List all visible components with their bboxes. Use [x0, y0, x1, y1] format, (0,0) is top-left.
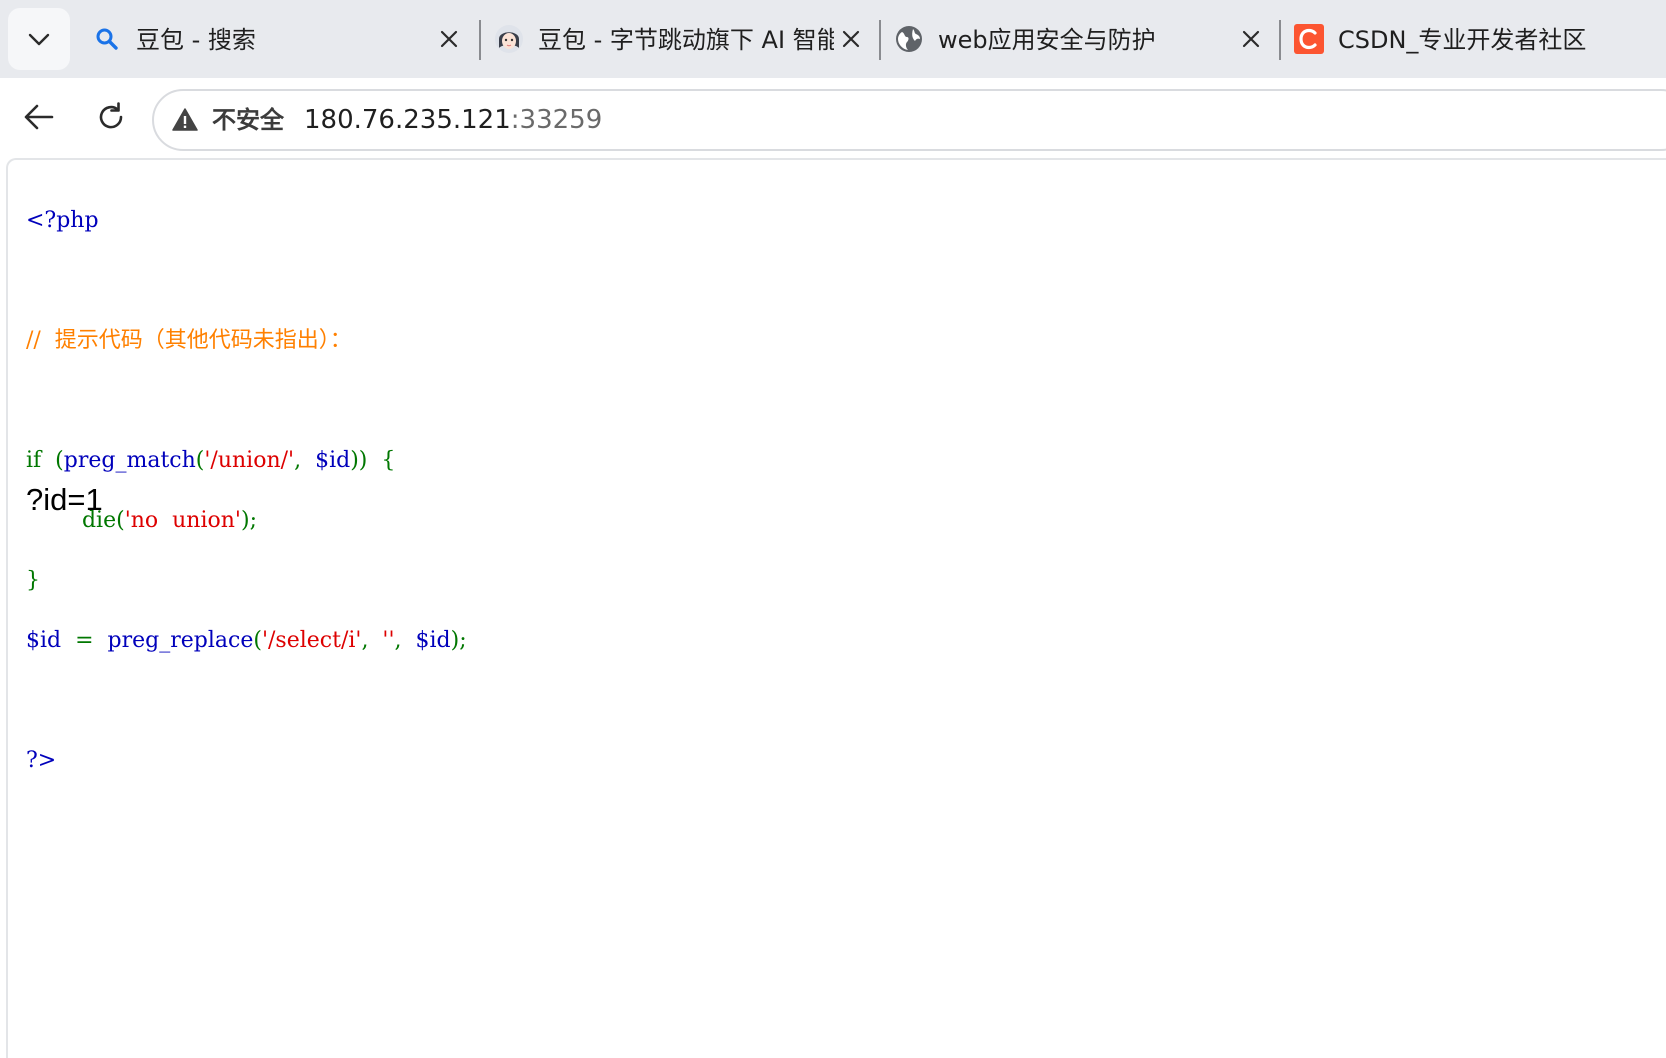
tab-title: web应用安全与防护	[938, 26, 1156, 54]
comma: ,	[394, 628, 416, 653]
code-line: ?>	[26, 746, 467, 776]
php-close-tag: ?>	[26, 748, 57, 773]
url-port: :33259	[510, 105, 603, 135]
security-status-label[interactable]: 不安全	[212, 104, 284, 136]
if-keyword: if	[26, 448, 42, 473]
tab-title: 豆包 - 字节跳动旗下 AI 智能助手	[538, 26, 834, 54]
back-button[interactable]	[16, 94, 62, 140]
chevron-down-icon	[28, 33, 50, 46]
tab-doubao-search[interactable]: 豆包 - 搜索	[84, 0, 480, 78]
code-line: }	[26, 566, 467, 596]
tab-title: CSDN_专业开发者社区	[1338, 26, 1587, 54]
warning-icon[interactable]	[172, 107, 198, 133]
code-line: // 提示代码（其他代码未指出）：	[26, 326, 467, 356]
tab-doubao-home[interactable]: 豆包 - 字节跳动旗下 AI 智能助手	[486, 0, 880, 78]
address-bar[interactable]: 不安全 180.76.235.121:33259	[152, 89, 1666, 151]
tab-separator	[479, 20, 481, 60]
paren: (	[253, 628, 262, 653]
tab-csdn[interactable]: CSDN_专业开发者社区	[1286, 0, 1666, 78]
close-icon[interactable]	[436, 26, 462, 52]
page-content: <?php // 提示代码（其他代码未指出）： if (preg_match('…	[6, 158, 1666, 1058]
preg-replace-function: preg_replace	[107, 628, 254, 653]
union-pattern-string: '/union/'	[204, 448, 295, 473]
close-brace: }	[26, 568, 40, 593]
browser-toolbar: 不安全 180.76.235.121:33259	[0, 78, 1666, 156]
replace-close: );	[450, 628, 467, 653]
page-output-text: ?id=1	[26, 482, 103, 517]
code-line: <?php	[26, 206, 467, 236]
empty-string: ''	[382, 628, 395, 653]
die-message-string: 'no union'	[124, 508, 241, 533]
close-icon[interactable]	[838, 26, 864, 52]
tab-separator	[1279, 20, 1281, 60]
id-variable: $id	[26, 628, 62, 653]
tab-search-button[interactable]	[8, 8, 70, 70]
reload-button[interactable]	[88, 94, 134, 140]
code-line: if (preg_match('/union/', $id)) {	[26, 446, 467, 476]
if-close: )) {	[350, 448, 396, 473]
comma: ,	[294, 448, 316, 473]
back-arrow-icon	[24, 104, 54, 130]
tab-web-security[interactable]: web应用安全与防护	[886, 0, 1280, 78]
tab-title: 豆包 - 搜索	[136, 26, 256, 54]
code-comment: // 提示代码（其他代码未指出）：	[26, 328, 352, 353]
tab-separator	[879, 20, 881, 60]
id-variable: $id	[315, 448, 351, 473]
assign-operator: =	[61, 628, 108, 653]
preg-match-function: preg_match	[63, 448, 196, 473]
globe-icon	[894, 24, 924, 54]
url-text[interactable]: 180.76.235.121:33259	[304, 104, 602, 136]
comma: ,	[361, 628, 383, 653]
doubao-avatar-icon	[494, 24, 524, 54]
die-close: );	[240, 508, 257, 533]
tab-strip: 豆包 - 搜索 豆包 - 字节跳动旗下 AI 智能助手	[0, 0, 1666, 78]
search-icon	[92, 24, 122, 54]
id-variable: $id	[415, 628, 451, 653]
close-icon[interactable]	[1238, 26, 1264, 52]
csdn-logo-icon	[1294, 24, 1324, 54]
url-host: 180.76.235.121	[304, 105, 511, 135]
select-pattern-string: '/select/i'	[261, 628, 362, 653]
code-line: $id = preg_replace('/select/i', '', $id)…	[26, 626, 467, 656]
if-paren: (	[41, 448, 64, 473]
reload-icon	[99, 102, 123, 129]
php-open-tag: <?php	[26, 208, 99, 233]
